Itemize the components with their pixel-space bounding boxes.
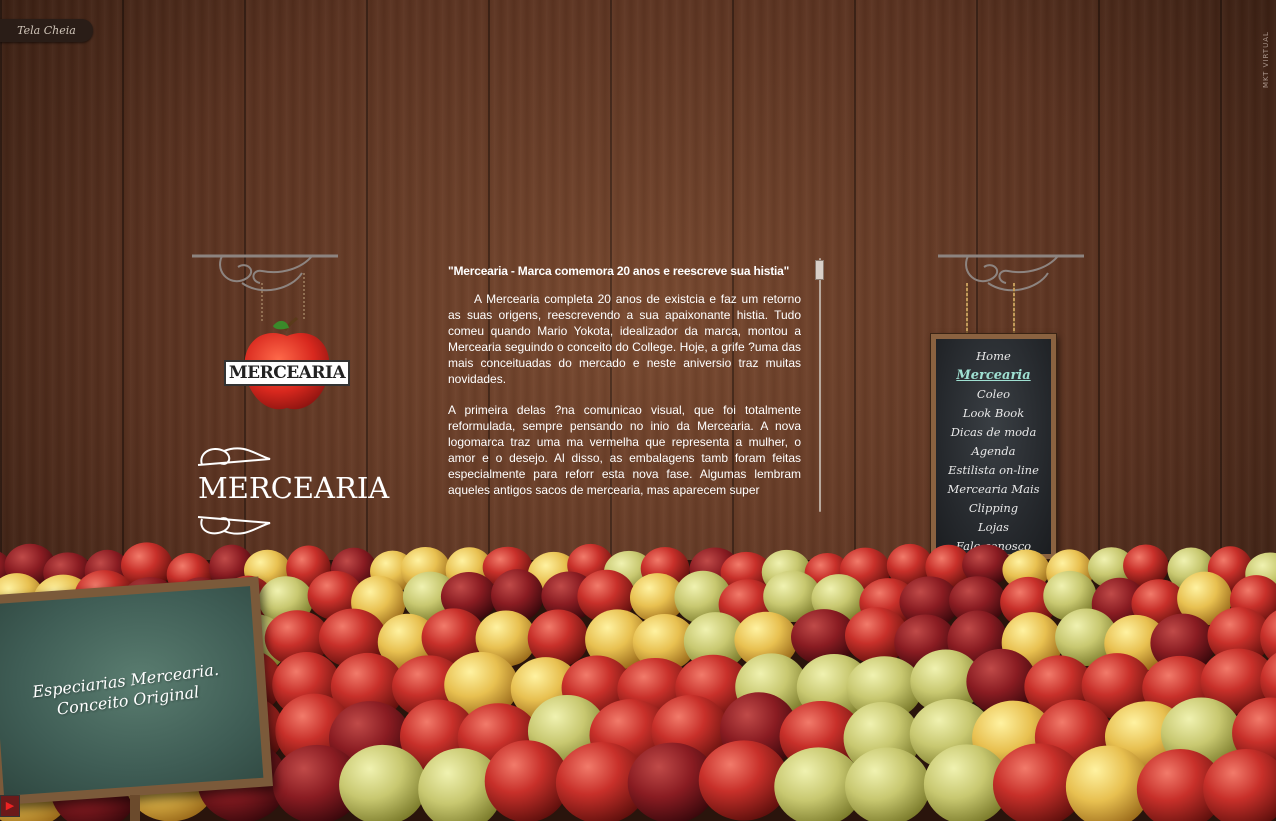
nav-item-mercearia[interactable]: Mercearia bbox=[936, 366, 1051, 385]
scroll-track[interactable] bbox=[819, 258, 821, 512]
nav-item-lojas[interactable]: Lojas bbox=[936, 518, 1051, 537]
article-scrollbar[interactable] bbox=[815, 258, 825, 512]
right-sign-bracket bbox=[938, 253, 1084, 335]
menu-rope-right bbox=[1013, 283, 1015, 335]
nav-item-mercearia-mais[interactable]: Mercearia Mais bbox=[936, 480, 1051, 499]
nav-list: Home Mercearia Coleo Look Book Dicas de … bbox=[936, 339, 1051, 556]
scroll-thumb[interactable] bbox=[815, 260, 824, 280]
menu-rope-left bbox=[966, 283, 968, 335]
nav-item-colecao[interactable]: Coleo bbox=[936, 385, 1051, 404]
brand-wordmark: MERCEARIA bbox=[198, 471, 390, 505]
nav-item-dicas-de-moda[interactable]: Dicas de moda bbox=[936, 423, 1051, 442]
play-arrow-icon[interactable]: ▶ bbox=[0, 795, 20, 817]
credit-label: MKT VIRTUAL bbox=[1262, 31, 1270, 88]
chalkboard-menu: Home Mercearia Coleo Look Book Dicas de … bbox=[931, 334, 1056, 559]
nav-item-look-book[interactable]: Look Book bbox=[936, 404, 1051, 423]
fullscreen-button[interactable]: Tela Cheia bbox=[0, 19, 93, 42]
promo-text: Especiarias Mercearia. Conceito Original bbox=[31, 660, 222, 723]
nav-item-clipping[interactable]: Clipping bbox=[936, 499, 1051, 518]
left-sign-bracket bbox=[192, 253, 338, 323]
easel-leg bbox=[130, 795, 140, 821]
promo-chalkboard: Especiarias Mercearia. Conceito Original bbox=[0, 576, 273, 806]
nav-item-estilista-online[interactable]: Estilista on-line bbox=[936, 461, 1051, 480]
article-title: "Mercearia - Marca comemora 20 anos e re… bbox=[448, 264, 790, 278]
logo-text-band: MERCEARIA bbox=[224, 360, 350, 386]
nav-item-home[interactable]: Home bbox=[936, 347, 1051, 366]
article-paragraph: A Mercearia completa 20 anos de existcia… bbox=[448, 292, 801, 386]
article-content: "Mercearia - Marca comemora 20 anos e re… bbox=[448, 263, 801, 503]
article-paragraph: A primeira delas ?na comunicao visual, q… bbox=[448, 403, 801, 497]
nav-item-agenda[interactable]: Agenda bbox=[936, 442, 1051, 461]
promo-chalkboard-surface: Especiarias Mercearia. Conceito Original bbox=[0, 586, 264, 796]
